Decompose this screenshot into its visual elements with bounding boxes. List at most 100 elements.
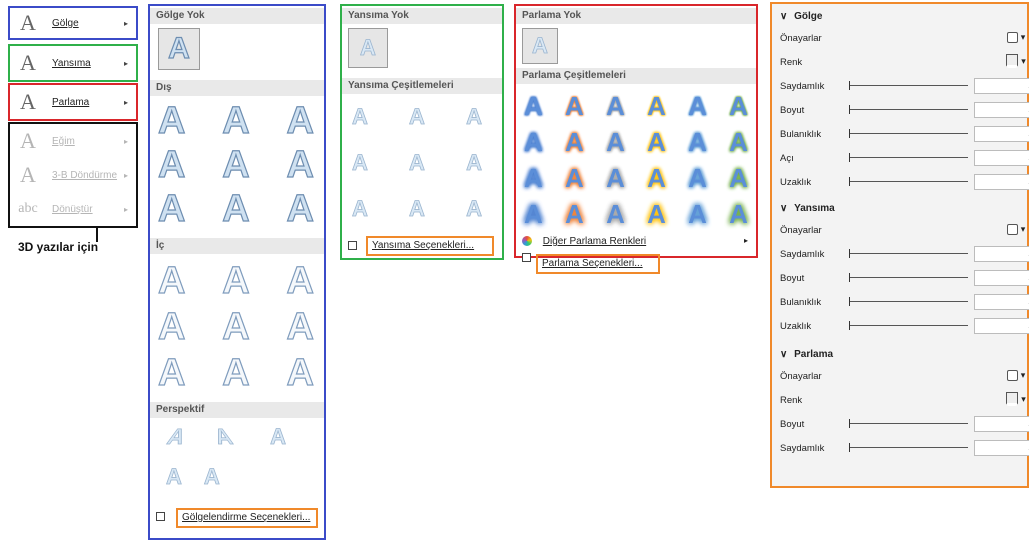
glow-options-label: Parlama Seçenekleri... [542, 258, 643, 269]
inner-shadow-option[interactable]: A [286, 259, 315, 306]
glow-options-link[interactable]: Parlama Seçenekleri... [536, 254, 660, 274]
glow-option[interactable]: A [647, 127, 666, 158]
inner-shadow-option[interactable]: A [157, 351, 186, 398]
value-spinner[interactable] [974, 172, 1029, 190]
value-spinner[interactable] [974, 76, 1029, 94]
value-spinner[interactable] [974, 148, 1029, 166]
inner-shadow-option[interactable]: A [157, 305, 186, 352]
glow-option[interactable]: A [688, 199, 707, 230]
glow-option[interactable]: A [524, 127, 543, 158]
inner-shadow-option[interactable]: A [286, 305, 315, 352]
glow-option[interactable]: A [524, 91, 543, 122]
menu-item-3d-rotation[interactable]: A 3-B Döndürme ▸ [10, 158, 136, 192]
outer-shadow-option[interactable]: A [286, 99, 315, 144]
value-spinner[interactable] [974, 316, 1029, 334]
presets-button[interactable]: ▾ [998, 220, 1029, 238]
shadow-none-option[interactable]: A [158, 28, 200, 70]
perspective-shadow-option[interactable]: A [210, 424, 241, 464]
glow-none-option[interactable]: A [522, 28, 558, 64]
slider-track[interactable] [850, 109, 968, 110]
shadow-options-checkbox[interactable] [156, 512, 165, 521]
presets-button[interactable]: ▾ [998, 28, 1029, 46]
reflection-option[interactable]: A [409, 104, 426, 150]
shadow-options-link[interactable]: Gölgelendirme Seçenekleri... [176, 508, 318, 528]
glow-section-header[interactable]: ∨ Parlama [780, 346, 1027, 364]
reflection-none-option[interactable]: A [348, 28, 388, 68]
reflection-options-link[interactable]: Yansıma Seçenekleri... [366, 236, 494, 256]
glow-option[interactable]: A [729, 91, 748, 122]
glow-option[interactable]: A [524, 199, 543, 230]
outer-shadow-option[interactable]: A [222, 143, 251, 188]
slider-track[interactable] [850, 133, 968, 134]
glow-option[interactable]: A [606, 163, 625, 194]
slider-track[interactable] [850, 447, 968, 448]
glow-option[interactable]: A [565, 199, 584, 230]
glow-option[interactable]: A [606, 91, 625, 122]
perspective-shadow-option[interactable]: A [166, 464, 183, 504]
outer-shadow-option[interactable]: A [286, 187, 315, 232]
reflection-option[interactable]: A [352, 150, 369, 196]
inner-shadow-option[interactable]: A [286, 351, 315, 398]
glow-option[interactable]: A [688, 163, 707, 194]
value-spinner[interactable] [974, 268, 1029, 286]
glow-option[interactable]: A [606, 127, 625, 158]
glow-option[interactable]: A [647, 199, 666, 230]
color-picker-button[interactable]: ▾ [998, 390, 1029, 408]
menu-item-bevel[interactable]: A Eğim ▸ [10, 124, 136, 158]
slider-track[interactable] [850, 423, 968, 424]
slider-track[interactable] [850, 325, 968, 326]
perspective-shadow-option[interactable]: A [203, 464, 220, 504]
value-spinner[interactable] [974, 438, 1029, 456]
glow-option[interactable]: A [565, 91, 584, 122]
value-spinner[interactable] [974, 100, 1029, 118]
color-picker-button[interactable]: ▾ [998, 52, 1029, 70]
outer-shadow-option[interactable]: A [157, 143, 186, 188]
more-glow-colors-item[interactable]: Diğer Parlama Renkleri ▸ [522, 236, 752, 250]
outer-shadow-option[interactable]: A [222, 99, 251, 144]
slider-track[interactable] [850, 253, 968, 254]
perspective-shadow-option[interactable]: A [270, 424, 287, 464]
glow-option[interactable]: A [565, 163, 584, 194]
shadow-section-header[interactable]: ∨ Gölge [780, 8, 1027, 26]
slider-track[interactable] [850, 277, 968, 278]
value-spinner[interactable] [974, 124, 1029, 142]
value-spinner[interactable] [974, 292, 1029, 310]
glow-option[interactable]: A [729, 199, 748, 230]
menu-item-glow[interactable]: A Parlama ▸ [10, 85, 136, 119]
menu-item-reflection[interactable]: A Yansıma ▸ [10, 46, 136, 80]
value-spinner[interactable] [974, 244, 1029, 262]
reflection-option[interactable]: A [409, 150, 426, 196]
reflection-option[interactable]: A [466, 104, 483, 150]
glow-option[interactable]: A [729, 127, 748, 158]
inner-shadow-option[interactable]: A [222, 351, 251, 398]
reflection-option[interactable]: A [352, 104, 369, 150]
outer-shadow-option[interactable]: A [222, 187, 251, 232]
slider-track[interactable] [850, 301, 968, 302]
glow-option[interactable]: A [688, 127, 707, 158]
outer-shadow-option[interactable]: A [286, 143, 315, 188]
glow-option[interactable]: A [606, 199, 625, 230]
presets-button[interactable]: ▾ [998, 366, 1029, 384]
inner-shadow-option[interactable]: A [157, 259, 186, 306]
slider-track[interactable] [850, 85, 968, 86]
inner-shadow-option[interactable]: A [222, 259, 251, 306]
value-spinner[interactable] [974, 414, 1029, 432]
glow-option[interactable]: A [565, 127, 584, 158]
menu-item-shadow[interactable]: A Gölge ▸ [10, 8, 136, 38]
glow-option[interactable]: A [524, 163, 543, 194]
glow-options-checkbox[interactable] [522, 253, 531, 262]
outer-shadow-option[interactable]: A [157, 99, 186, 144]
inner-shadow-option[interactable]: A [222, 305, 251, 352]
slider-track[interactable] [850, 157, 968, 158]
slider-track[interactable] [850, 181, 968, 182]
perspective-shadow-option[interactable]: A [159, 424, 190, 464]
reflection-options-checkbox[interactable] [348, 241, 357, 250]
menu-item-transform[interactable]: abc Dönüştür ▸ [10, 192, 136, 226]
glow-option[interactable]: A [729, 163, 748, 194]
outer-shadow-option[interactable]: A [157, 187, 186, 232]
glow-option[interactable]: A [647, 163, 666, 194]
glow-option[interactable]: A [688, 91, 707, 122]
glow-option[interactable]: A [647, 91, 666, 122]
reflection-option[interactable]: A [466, 150, 483, 196]
reflection-section-header[interactable]: ∨ Yansıma [780, 200, 1027, 218]
